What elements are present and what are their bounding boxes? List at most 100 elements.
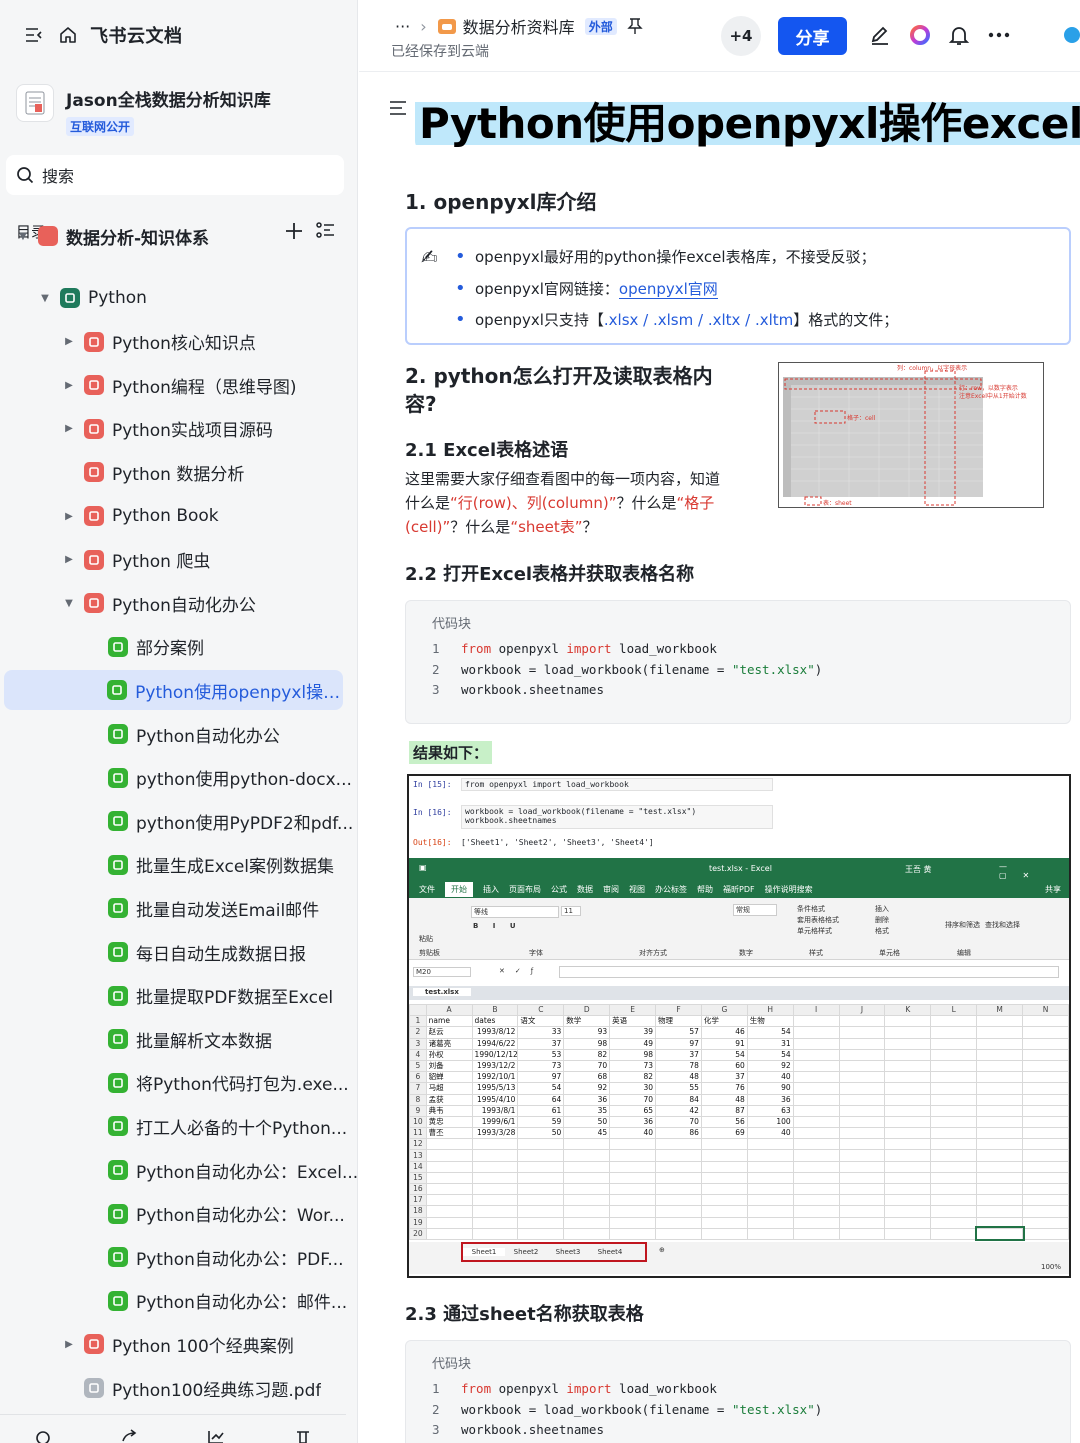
assistant-icon[interactable] xyxy=(1056,22,1080,48)
grid-cell[interactable] xyxy=(930,1026,978,1039)
row-number[interactable]: 4 xyxy=(409,1048,427,1061)
code-block-1[interactable]: 代码块 1 from openpyxl import load_workbook 2… xyxy=(405,600,1071,724)
excel-tab[interactable]: 公式 xyxy=(551,884,567,895)
column-header[interactable]: M xyxy=(976,1003,1024,1017)
column-header[interactable]: N xyxy=(1022,1003,1069,1017)
grid-cell[interactable]: 57 xyxy=(655,1026,702,1039)
grid-cell[interactable] xyxy=(746,1138,794,1151)
brand-name[interactable]: 飞书云文档 xyxy=(90,22,183,48)
grid-cell[interactable]: 30 xyxy=(609,1082,657,1095)
grid-cell[interactable]: 刘备 xyxy=(425,1059,473,1073)
grid-cell[interactable] xyxy=(700,1205,748,1218)
row-number[interactable]: 18 xyxy=(409,1205,427,1218)
row-number[interactable]: 20 xyxy=(409,1227,427,1240)
grid-cell[interactable] xyxy=(1022,1194,1069,1207)
grid-cell[interactable] xyxy=(976,1093,1024,1106)
grid-cell[interactable] xyxy=(700,1216,748,1229)
grid-cell[interactable]: 1993/8/1 xyxy=(471,1104,519,1117)
grid-cell[interactable] xyxy=(517,1182,565,1196)
grid-cell[interactable] xyxy=(838,1194,886,1207)
share-button[interactable]: 分享 xyxy=(778,17,847,55)
grid-cell[interactable] xyxy=(838,1059,886,1073)
column-header[interactable]: H xyxy=(746,1003,794,1017)
grid-cell[interactable] xyxy=(976,1127,1024,1140)
grid-cell[interactable] xyxy=(700,1149,748,1162)
add-sheet-icon[interactable]: ⊕ xyxy=(659,1246,665,1254)
grid-cell[interactable] xyxy=(792,1082,840,1095)
grid-cell[interactable] xyxy=(976,1138,1024,1151)
grid-cell[interactable] xyxy=(425,1227,473,1240)
sidebar-item[interactable]: Python自动化办公：Wor... xyxy=(0,1194,345,1234)
grid-cell[interactable]: 赵云 xyxy=(425,1026,473,1039)
grid-cell[interactable] xyxy=(884,1093,932,1106)
grid-cell[interactable]: 82 xyxy=(609,1071,657,1084)
grid-cell[interactable] xyxy=(884,1194,932,1207)
grid-cell[interactable] xyxy=(471,1182,519,1196)
grid-cell[interactable]: dates xyxy=(471,1015,519,1028)
grid-cell[interactable] xyxy=(425,1216,473,1229)
grid-cell[interactable] xyxy=(700,1160,748,1173)
grid-cell[interactable] xyxy=(976,1026,1024,1039)
excel-tab[interactable]: 数据 xyxy=(577,884,593,895)
grid-cell[interactable]: 54 xyxy=(700,1048,748,1061)
grid-cell[interactable] xyxy=(517,1171,565,1185)
column-header[interactable]: A xyxy=(425,1003,473,1017)
grid-cell[interactable] xyxy=(517,1227,565,1240)
home-icon[interactable] xyxy=(56,23,80,47)
grid-cell[interactable]: 物理 xyxy=(655,1015,702,1028)
grid-cell[interactable] xyxy=(425,1149,473,1162)
sidebar-item[interactable]: ▶ Python实战项目源码 xyxy=(0,409,273,449)
sidebar-item[interactable]: Python100经典练习题.pdf xyxy=(0,1368,321,1408)
grid-cell[interactable]: 82 xyxy=(563,1048,611,1061)
grid-cell[interactable]: 92 xyxy=(746,1059,794,1073)
grid-cell[interactable] xyxy=(838,1205,886,1218)
stats-icon[interactable] xyxy=(207,1429,225,1443)
grid-cell[interactable] xyxy=(792,1227,840,1240)
sidebar-item[interactable]: python使用PyPDF2和pdf... xyxy=(0,801,353,841)
formula-input[interactable] xyxy=(559,966,1059,978)
grid-cell[interactable] xyxy=(425,1160,473,1173)
grid-cell[interactable]: 貂蝉 xyxy=(425,1071,473,1084)
expand-arrow-icon[interactable]: ▼ xyxy=(62,598,76,609)
grid-cell[interactable] xyxy=(1022,1227,1069,1240)
grid-cell[interactable] xyxy=(792,1071,840,1084)
grid-cell[interactable] xyxy=(930,1115,978,1129)
grid-cell[interactable]: 59 xyxy=(517,1115,565,1129)
grid-cell[interactable] xyxy=(471,1227,519,1240)
grid-cell[interactable]: 36 xyxy=(609,1115,657,1129)
expand-arrow-icon[interactable]: ▼ xyxy=(38,293,52,304)
grid-cell[interactable] xyxy=(976,1160,1024,1173)
grid-cell[interactable]: 语文 xyxy=(517,1015,565,1028)
grid-cell[interactable] xyxy=(884,1205,932,1218)
grid-cell[interactable] xyxy=(517,1194,565,1207)
grid-cell[interactable]: 55 xyxy=(655,1082,702,1095)
grid-cell[interactable]: 70 xyxy=(609,1093,657,1106)
grid-cell[interactable] xyxy=(1022,1182,1069,1196)
grid-cell[interactable] xyxy=(746,1227,794,1240)
grid-cell[interactable] xyxy=(930,1093,978,1106)
grid-cell[interactable] xyxy=(884,1037,932,1050)
grid-cell[interactable]: 1995/5/13 xyxy=(471,1082,519,1095)
excel-tab[interactable]: 福昕PDF xyxy=(723,884,755,895)
settings-icon[interactable] xyxy=(34,1429,52,1443)
grid-cell[interactable] xyxy=(976,1115,1024,1129)
grid-cell[interactable] xyxy=(792,1216,840,1229)
excel-tab[interactable]: 开始 xyxy=(445,881,473,897)
grid-cell[interactable] xyxy=(563,1227,611,1240)
grid-cell[interactable]: 生物 xyxy=(746,1015,794,1028)
grid-cell[interactable] xyxy=(930,1149,978,1162)
grid-cell[interactable] xyxy=(838,1138,886,1151)
grid-cell[interactable]: 39 xyxy=(609,1026,657,1039)
row-number[interactable]: 12 xyxy=(409,1138,427,1151)
grid-cell[interactable] xyxy=(930,1227,978,1240)
grid-cell[interactable] xyxy=(792,1138,840,1151)
sidebar-item[interactable]: 将Python代码打包为.exe... xyxy=(0,1063,349,1103)
grid-cell[interactable] xyxy=(471,1171,519,1185)
grid-cell[interactable]: 1995/4/10 xyxy=(471,1093,519,1106)
grid-cell[interactable] xyxy=(655,1194,702,1207)
grid-cell[interactable]: 1992/10/1 xyxy=(471,1071,519,1084)
sidebar-item[interactable]: ▶ Python 100个经典案例 xyxy=(0,1324,294,1364)
grid-cell[interactable] xyxy=(884,1227,932,1240)
grid-cell[interactable] xyxy=(930,1071,978,1084)
grid-cell[interactable]: 1990/12/12 xyxy=(471,1048,519,1061)
